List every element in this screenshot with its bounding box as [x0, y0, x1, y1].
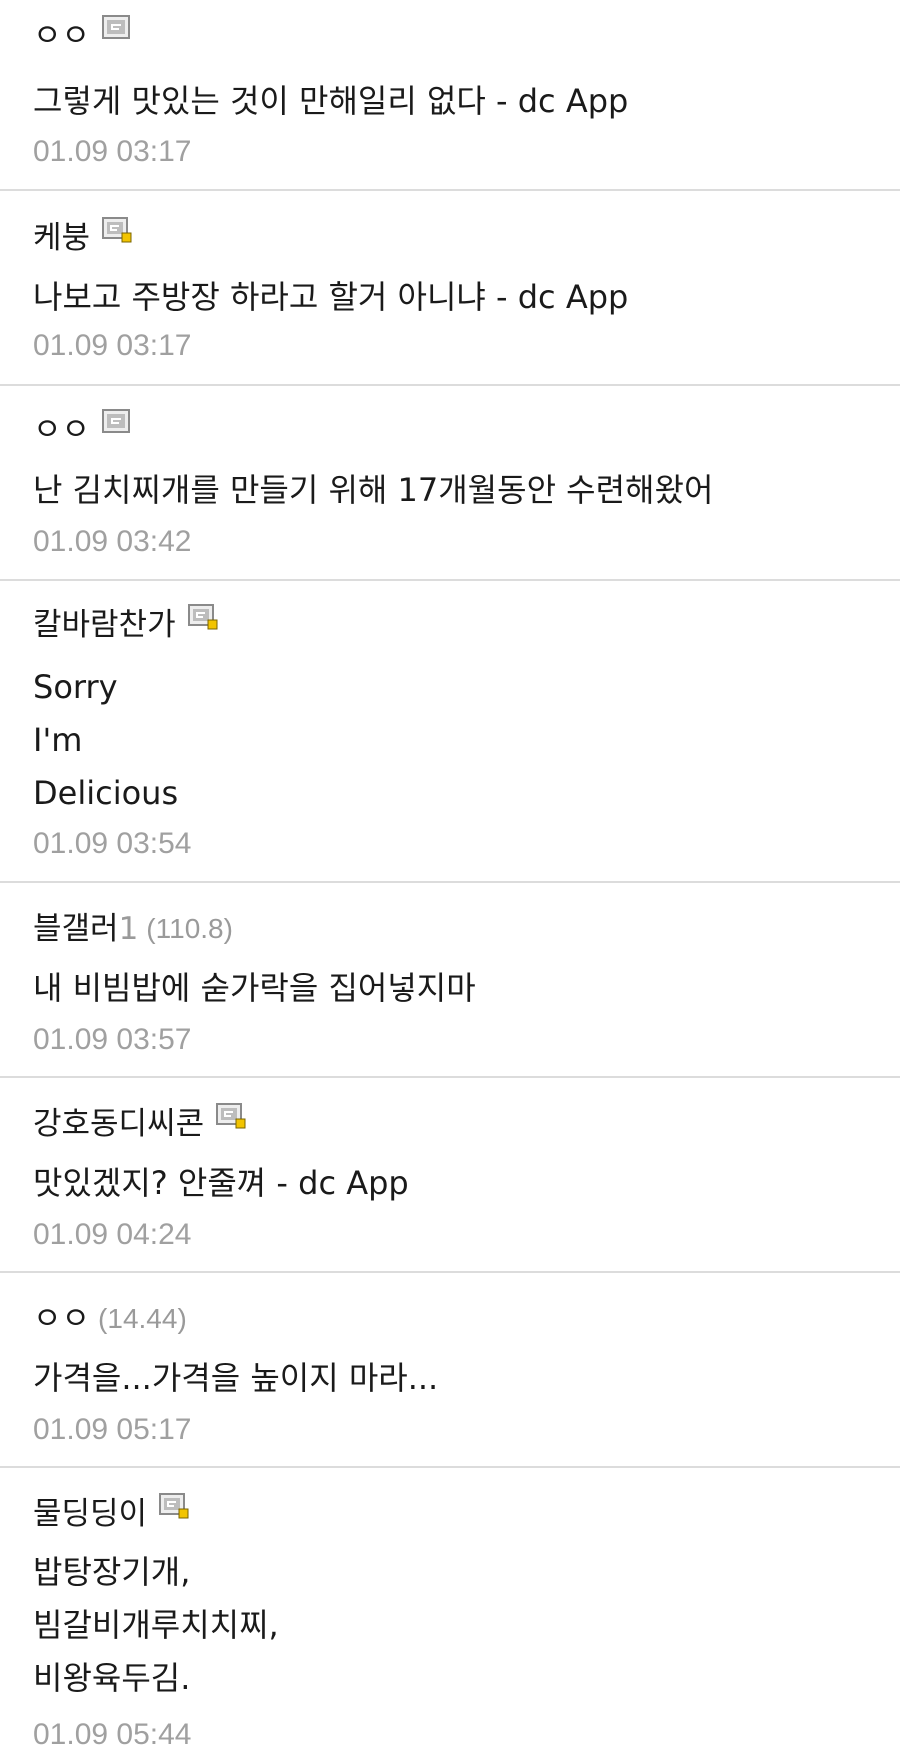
comment-timestamp: 01.09 03:17	[33, 329, 192, 362]
comment-text-line: 밥탕장기개,	[33, 1553, 191, 1591]
comment-header: ㅇㅇ (14.44)	[33, 1295, 187, 1343]
comment-body: 맛있겠지? 안줄껴 - dc App	[33, 1157, 409, 1210]
gallery-icon	[102, 217, 132, 243]
comment-body: 밥탕장기개, 빔갈비개루치치찌, 비왕육두김.	[33, 1546, 279, 1705]
nickname[interactable]: 케붕	[33, 222, 90, 254]
comment-timestamp: 01.09 03:57	[33, 1023, 192, 1056]
nickname[interactable]: 칼바람찬가	[33, 609, 176, 641]
comment-text-line: Delicious	[33, 774, 179, 812]
gallery-icon	[159, 1493, 189, 1519]
comment-text-line: 내 비빔밥에 숟가락을 집어넣지마	[33, 969, 476, 1007]
comment-item: 칼바람찬가 Sorry I'm Delicious 01.09 03:54	[0, 581, 900, 883]
gallery-icon	[216, 1103, 246, 1129]
comment-text-line: 빔갈비개루치치찌,	[33, 1606, 279, 1644]
comment-item: 케붕 나보고 주방장 하라고 할거 아니냐 - dc App 01.09 03:…	[0, 191, 900, 386]
comment-timestamp: 01.09 03:54	[33, 827, 192, 860]
gallery-icon	[102, 409, 132, 435]
comment-header: 칼바람찬가	[33, 601, 218, 649]
ip-address: (14.44)	[98, 1303, 187, 1334]
comment-text-line: Sorry	[33, 668, 118, 706]
gallery-icon	[102, 15, 132, 41]
comment-list: ㅇㅇ 그렇게 맛있는 것이 만해일리 없다 - dc App 01.09 03:…	[0, 0, 900, 1748]
comment-item: ㅇㅇ 난 김치찌개를 만들기 위해 17개월동안 수련해왔어 01.09 03:…	[0, 386, 900, 581]
comment-text-line: 나보고 주방장 하라고 할거 아니냐 - dc App	[33, 278, 629, 316]
comment-text-line: 비왕육두김.	[33, 1659, 191, 1697]
comment-text-line: 그렇게 맛있는 것이 만해일리 없다 - dc App	[33, 82, 629, 120]
comment-header: ㅇㅇ	[33, 12, 132, 60]
comment-item: 강호동디씨콘 맛있겠지? 안줄껴 - dc App 01.09 04:24	[0, 1078, 900, 1273]
comment-item: 블갤러 1 (110.8) 내 비빔밥에 숟가락을 집어넣지마 01.09 03…	[0, 883, 900, 1078]
comment-item: ㅇㅇ 그렇게 맛있는 것이 만해일리 없다 - dc App 01.09 03:…	[0, 0, 900, 191]
comment-timestamp: 01.09 04:24	[33, 1218, 192, 1251]
comment-header: 강호동디씨콘	[33, 1100, 246, 1148]
gallery-icon	[187, 604, 218, 630]
nickname[interactable]: 물딩딩이	[33, 1498, 147, 1530]
comment-body: 난 김치찌개를 만들기 위해 17개월동안 수련해왔어	[33, 464, 713, 517]
nickname-suffix: 1	[118, 910, 139, 947]
comment-timestamp: 01.09 03:17	[33, 135, 192, 168]
comment-text-line: I'm	[33, 721, 83, 759]
comment-header: ㅇㅇ	[33, 406, 132, 454]
comment-body: 내 비빔밥에 숟가락을 집어넣지마	[33, 962, 476, 1015]
comment-item: ㅇㅇ (14.44) 가격을...가격을 높이지 마라... 01.09 05:…	[0, 1273, 900, 1468]
nickname[interactable]: 블갤러	[33, 913, 119, 945]
comment-timestamp: 01.09 03:42	[33, 525, 192, 558]
nickname[interactable]: ㅇㅇ	[33, 1303, 90, 1335]
comment-text-line: 가격을...가격을 높이지 마라...	[33, 1359, 439, 1397]
comment-body: 그렇게 맛있는 것이 만해일리 없다 - dc App	[33, 75, 628, 128]
comment-timestamp: 01.09 05:44	[33, 1718, 192, 1748]
comment-header: 물딩딩이	[33, 1490, 189, 1538]
comment-body: Sorry I'm Delicious	[33, 661, 178, 820]
nickname[interactable]: ㅇㅇ	[33, 414, 90, 446]
comment-text-line: 난 김치찌개를 만들기 위해 17개월동안 수련해왔어	[33, 471, 714, 509]
comment-header: 케붕	[33, 214, 132, 262]
nickname[interactable]: ㅇㅇ	[33, 20, 90, 52]
comment-body: 가격을...가격을 높이지 마라...	[33, 1352, 438, 1405]
ip-address: (110.8)	[146, 913, 233, 944]
comment-body: 나보고 주방장 하라고 할거 아니냐 - dc App	[33, 271, 628, 324]
nickname[interactable]: 강호동디씨콘	[33, 1108, 204, 1140]
comment-header: 블갤러 1 (110.8)	[33, 905, 233, 953]
comment-item: 물딩딩이 밥탕장기개, 빔갈비개루치치찌, 비왕육두김. 01.09 05:44	[0, 1468, 900, 1748]
comment-timestamp: 01.09 05:17	[33, 1413, 192, 1446]
comment-text-line: 맛있겠지? 안줄껴 - dc App	[33, 1164, 409, 1202]
